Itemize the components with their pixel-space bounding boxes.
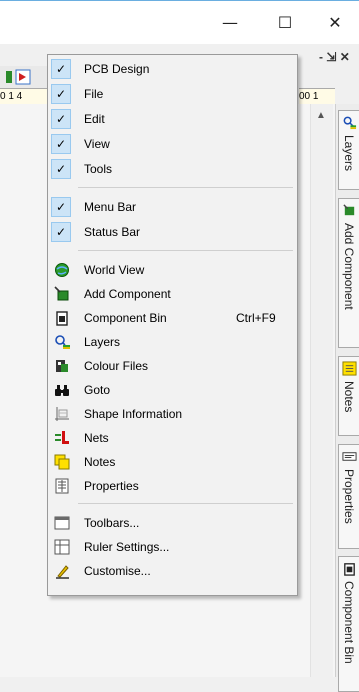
menu-item-label: Edit: [84, 112, 105, 126]
add-component-icon: [343, 204, 355, 216]
layers-icon: [343, 116, 357, 130]
menu-item-status-bar[interactable]: ✓ Status Bar: [48, 220, 297, 244]
menu-item-label: Goto: [84, 383, 111, 397]
colour-files-icon: [56, 360, 68, 372]
menu-item-label: Toolbars...: [84, 516, 140, 530]
binoculars-icon: [55, 385, 69, 396]
ruler-settings-icon: [54, 539, 70, 555]
side-tab-label: Add Component: [342, 223, 356, 310]
check-icon: ✓: [51, 59, 71, 79]
side-tab-label: Notes: [342, 381, 356, 413]
side-tab-notes[interactable]: Notes: [338, 356, 359, 436]
check-icon: ✓: [51, 197, 71, 217]
menu-item-label: Layers: [84, 335, 121, 349]
menu-item-label: Add Component: [84, 287, 171, 301]
menu-item-label: View: [84, 137, 110, 151]
notes-icon: [342, 361, 357, 376]
check-icon: ✓: [51, 159, 71, 179]
toolbar-icons[interactable]: [6, 69, 42, 85]
menu-item-label: Shape Information: [84, 407, 183, 421]
toolbars-icon: [54, 516, 70, 530]
menu-item-label: Properties: [84, 479, 139, 493]
toolbar-strip: [0, 66, 48, 89]
side-tab-add-component[interactable]: Add Component: [338, 198, 359, 348]
menu-item-menu-bar[interactable]: ✓ Menu Bar: [48, 195, 297, 219]
menu-item-file[interactable]: ✓ File: [48, 82, 297, 106]
shape-info-icon: [55, 407, 69, 421]
maximize-icon[interactable]: ☐: [265, 11, 305, 35]
menu-separator: [78, 250, 293, 251]
minimize-icon[interactable]: —: [210, 11, 250, 35]
menu-item-component-bin[interactable]: Component Bin Ctrl+F9: [48, 306, 297, 330]
menu-item-pcb-design[interactable]: ✓ PCB Design: [48, 57, 297, 81]
side-tab-label: Component Bin: [342, 581, 356, 664]
notes-icon: [54, 454, 70, 470]
view-context-menu: ✓ PCB Design ✓ File ✓ Edit ✓ View ✓ Tool…: [47, 54, 298, 596]
menu-item-label: World View: [84, 263, 145, 277]
menu-item-label: Tools: [84, 162, 113, 176]
menu-item-properties[interactable]: Properties: [48, 474, 297, 498]
side-dock-tabs: Layers Add Component Notes Properties Co…: [335, 104, 359, 692]
side-tab-properties[interactable]: Properties: [338, 444, 359, 549]
close-icon[interactable]: ✕: [315, 11, 355, 35]
menu-item-customise[interactable]: Customise...: [48, 559, 297, 583]
menu-item-shortcut: Ctrl+F9: [236, 311, 276, 325]
ruler-left: 0 1 4: [0, 88, 48, 105]
menu-item-view[interactable]: ✓ View: [48, 132, 297, 156]
menu-item-toolbars[interactable]: Toolbars...: [48, 511, 297, 535]
menu-item-shape-information[interactable]: Shape Information: [48, 402, 297, 426]
check-icon: ✓: [51, 134, 71, 154]
side-tab-label: Layers: [342, 135, 356, 172]
customise-icon: [56, 565, 69, 579]
menu-item-label: Nets: [84, 431, 109, 445]
side-tab-label: Properties: [342, 469, 356, 524]
menu-item-tools[interactable]: ✓ Tools: [48, 157, 297, 181]
vertical-scrollbar[interactable]: [310, 104, 333, 677]
menu-item-edit[interactable]: ✓ Edit: [48, 107, 297, 131]
properties-icon: [342, 452, 357, 461]
component-bin-icon: [344, 563, 355, 576]
ruler-right: 00 1: [299, 88, 335, 105]
component-bin-icon: [56, 311, 68, 326]
menu-item-notes[interactable]: Notes: [48, 450, 297, 474]
menu-item-nets[interactable]: Nets: [48, 426, 297, 450]
check-icon: ✓: [51, 222, 71, 242]
menu-item-label: Customise...: [84, 564, 151, 578]
add-component-icon: [54, 286, 69, 301]
layers-icon: [55, 335, 70, 349]
menu-item-label: File: [84, 87, 104, 101]
menu-item-label: Status Bar: [84, 225, 141, 239]
menu-item-ruler-settings[interactable]: Ruler Settings...: [48, 535, 297, 559]
menu-item-world-view[interactable]: World View: [48, 258, 297, 282]
title-bar: — ☐ ✕: [0, 0, 359, 44]
menu-item-add-component[interactable]: Add Component: [48, 282, 297, 306]
menu-item-label: Colour Files: [84, 359, 149, 373]
dock-controls[interactable]: - ⇲ ✕: [319, 50, 359, 66]
check-icon: ✓: [51, 109, 71, 129]
menu-item-colour-files[interactable]: Colour Files: [48, 354, 297, 378]
side-tab-component-bin[interactable]: Component Bin: [338, 556, 359, 692]
menu-separator: [78, 503, 293, 504]
properties-icon: [55, 478, 69, 494]
globe-icon: [55, 263, 69, 277]
check-icon: ✓: [51, 84, 71, 104]
menu-item-label: Component Bin: [84, 311, 167, 325]
nets-icon: [55, 431, 69, 444]
menu-item-label: Notes: [84, 455, 116, 469]
menu-separator: [78, 187, 293, 188]
menu-item-label: Menu Bar: [84, 200, 137, 214]
menu-item-label: PCB Design: [84, 62, 150, 76]
scroll-up-icon[interactable]: ▲: [310, 108, 332, 124]
menu-item-layers[interactable]: Layers: [48, 330, 297, 354]
menu-item-goto[interactable]: Goto: [48, 378, 297, 402]
side-tab-layers[interactable]: Layers: [338, 110, 359, 190]
menu-item-label: Ruler Settings...: [84, 540, 170, 554]
